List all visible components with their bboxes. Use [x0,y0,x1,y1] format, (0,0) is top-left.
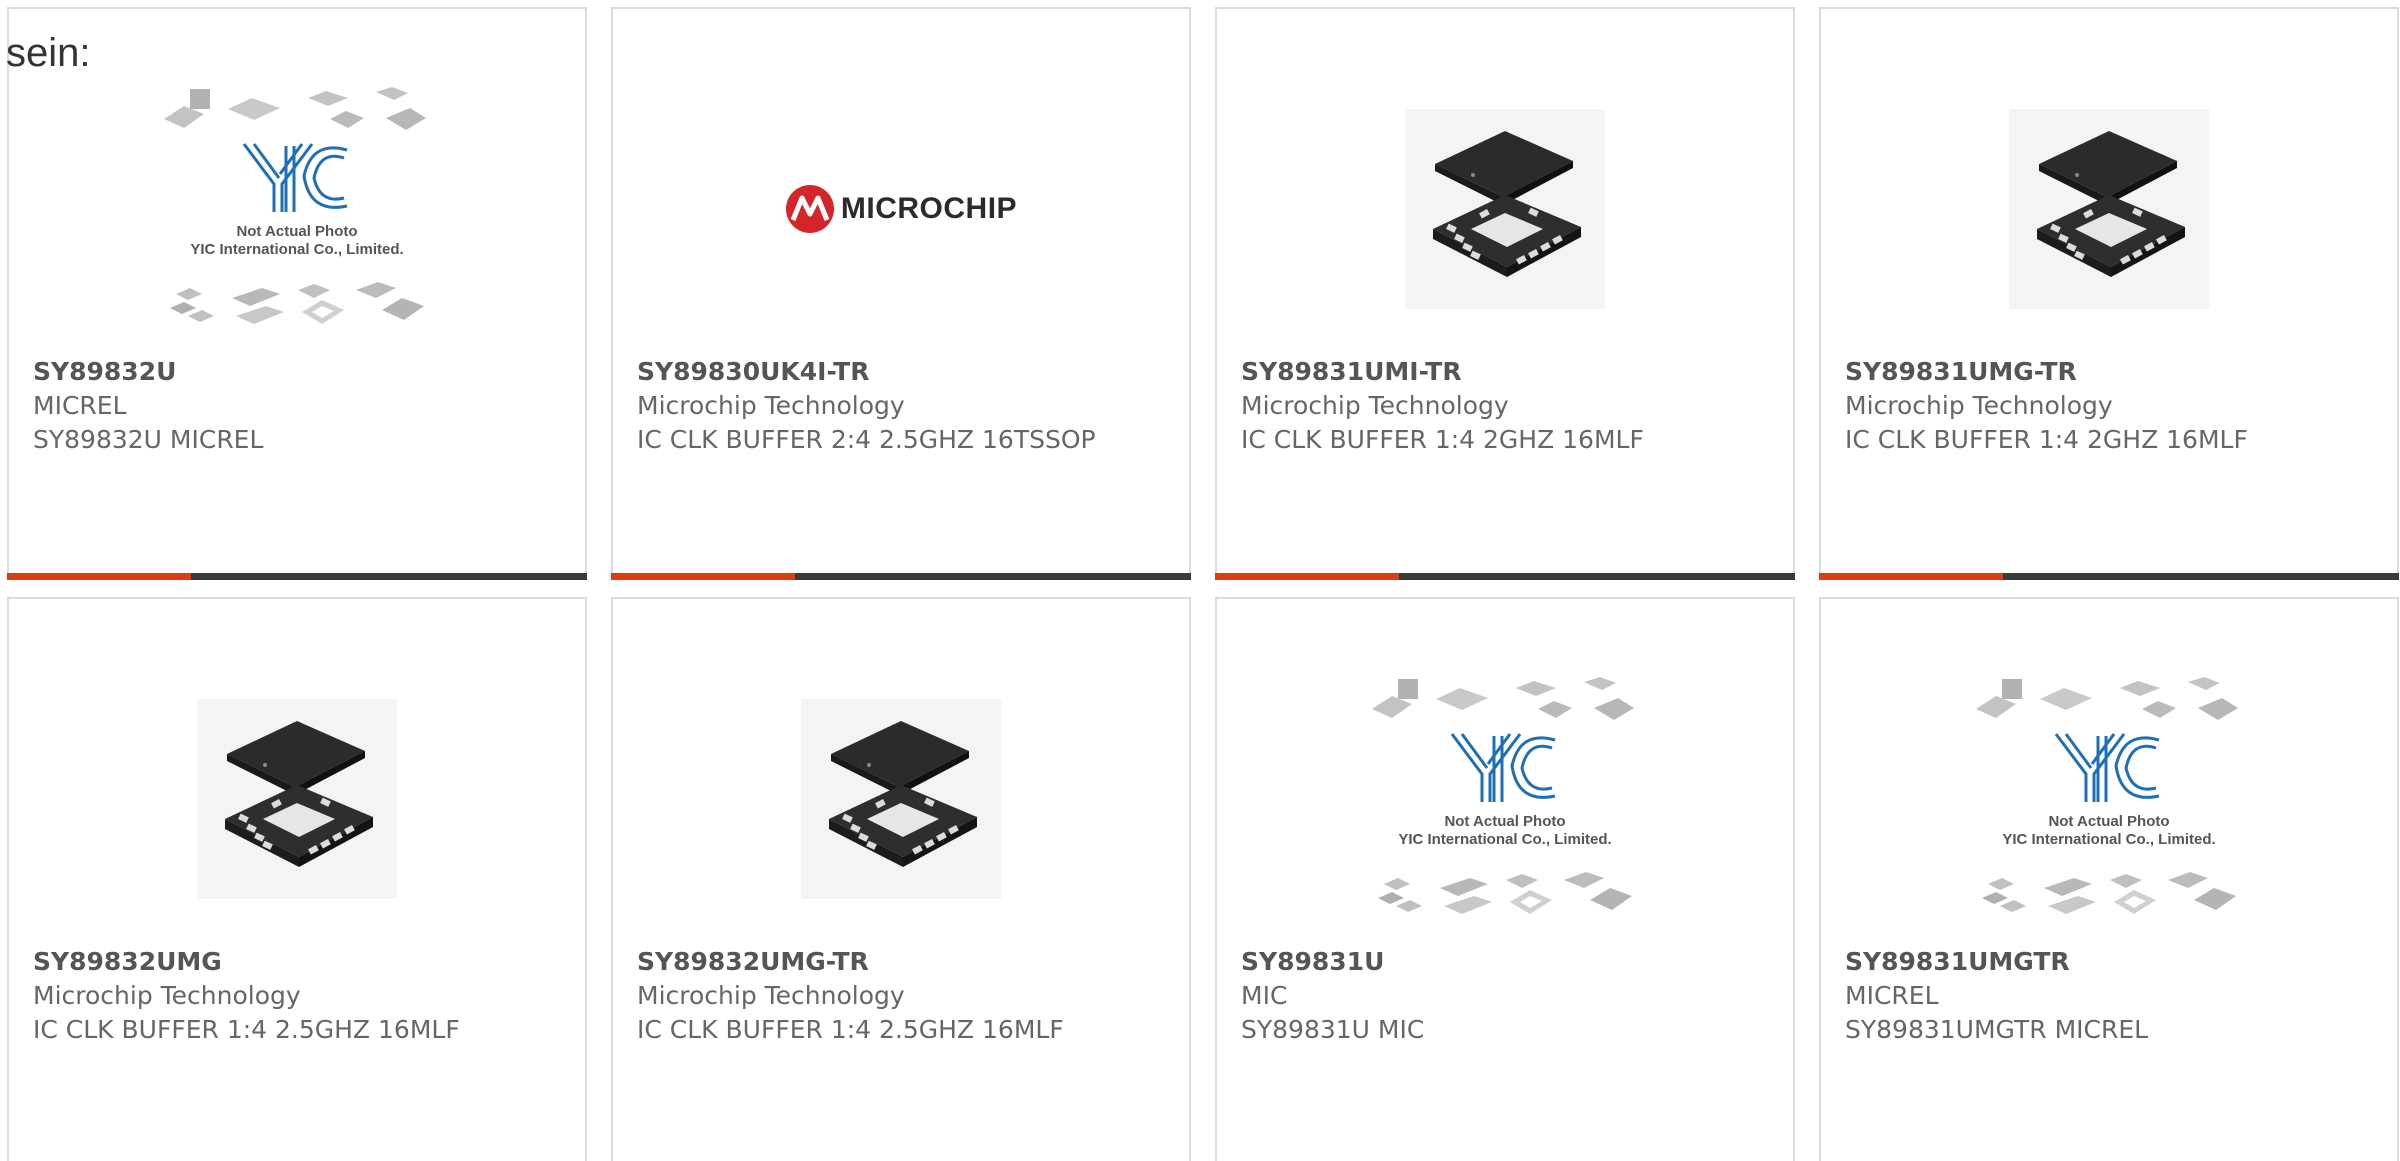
product-card[interactable]: Not Actual Photo YIC International Co., … [7,7,587,580]
product-card[interactable]: MICROCHIP SY89830UK4I-TR Microchip Techno… [611,7,1191,580]
product-description: SY89831UMGTR MICREL [1845,1015,2149,1044]
card-bottom-bar [1215,573,1795,580]
product-card[interactable]: Not Actual Photo YIC International Co., … [1215,597,1795,1161]
part-number-link[interactable]: SY89831UMG-TR [1845,355,2373,389]
part-number-link[interactable]: SY89831U [1241,945,1769,979]
card-accent-bar [1215,573,1399,580]
product-info: SY89832U MICREL SY89832U MICREL [33,355,561,457]
microchip-logo-text: MICROCHIP [840,192,1018,225]
product-image[interactable]: Not Actual Photo YIC International Co., … [9,69,585,349]
part-number-link[interactable]: SY89831UMI-TR [1241,355,1769,389]
placeholder-line2: YIC International Co., Limited. [1398,831,1611,848]
manufacturer-name: Microchip Technology [637,981,905,1010]
manufacturer-name: Microchip Technology [1845,391,2113,420]
part-number-link[interactable]: SY89830UK4I-TR [637,355,1165,389]
product-grid-page: sein: Not Actual Photo YIC International… [0,0,2400,1161]
product-image[interactable] [1217,69,1793,349]
product-description: SY89831U MIC [1241,1015,1425,1044]
product-image[interactable]: Not Actual Photo YIC International Co., … [1217,659,1793,939]
product-card[interactable]: SY89832UMG-TR Microchip Technology IC CLK … [611,597,1191,1161]
product-description: IC CLK BUFFER 1:4 2.5GHZ 16MLF [33,1015,460,1044]
card-accent-bar [7,573,191,580]
product-card[interactable]: SY89831UMI-TR Microchip Technology IC CLK … [1215,7,1795,580]
placeholder-line2: YIC International Co., Limited. [190,241,403,258]
product-image[interactable] [1821,69,2397,349]
card-bottom-bar [7,573,587,580]
part-number-link[interactable]: SY89831UMGTR [1845,945,2373,979]
product-image[interactable] [9,659,585,939]
placeholder-line1: Not Actual Photo [2048,813,2169,830]
product-info: SY89831UMI-TR Microchip Technology IC CLK … [1241,355,1769,457]
product-description: IC CLK BUFFER 1:4 2GHZ 16MLF [1241,425,1644,454]
product-card[interactable]: Not Actual Photo YIC International Co., … [1819,597,2399,1161]
product-info: SY89831U MIC SY89831U MIC [1241,945,1769,1047]
manufacturer-name: Microchip Technology [33,981,301,1010]
card-bottom-bar [1819,573,2399,580]
product-image[interactable]: Not Actual Photo YIC International Co., … [1821,659,2397,939]
product-info: SY89831UMG-TR Microchip Technology IC CLK … [1845,355,2373,457]
product-card[interactable]: SY89831UMG-TR Microchip Technology IC CLK … [1819,7,2399,580]
product-description: SY89832U MICREL [33,425,264,454]
intro-text: sein: [6,31,91,75]
manufacturer-name: Microchip Technology [1241,391,1509,420]
card-accent-bar [611,573,795,580]
product-info: SY89832UMG Microchip Technology IC CLK BUF… [33,945,561,1047]
product-card[interactable]: SY89832UMG Microchip Technology IC CLK BUF… [7,597,587,1161]
card-bottom-bar [611,573,1191,580]
microchip-logo-icon [785,185,834,233]
manufacturer-name: MICREL [1845,981,1939,1010]
part-number-link[interactable]: SY89832UMG-TR [637,945,1165,979]
placeholder-line1: Not Actual Photo [236,223,357,240]
product-description: IC CLK BUFFER 2:4 2.5GHZ 16TSSOP [637,425,1096,454]
product-description: IC CLK BUFFER 1:4 2GHZ 16MLF [1845,425,2248,454]
part-number-link[interactable]: SY89832UMG [33,945,561,979]
manufacturer-name: MICREL [33,391,127,420]
manufacturer-name: MIC [1241,981,1288,1010]
card-accent-bar [1819,573,2003,580]
product-image[interactable] [613,659,1189,939]
product-description: IC CLK BUFFER 1:4 2.5GHZ 16MLF [637,1015,1064,1044]
placeholder-line2: YIC International Co., Limited. [2002,831,2215,848]
part-number-link[interactable]: SY89832U [33,355,561,389]
product-info: SY89831UMGTR MICREL SY89831UMGTR MICREL [1845,945,2373,1047]
product-info: SY89832UMG-TR Microchip Technology IC CLK … [637,945,1165,1047]
placeholder-line1: Not Actual Photo [1444,813,1565,830]
product-image[interactable]: MICROCHIP [613,69,1189,349]
product-info: SY89830UK4I-TR Microchip Technology IC CLK… [637,355,1165,457]
manufacturer-name: Microchip Technology [637,391,905,420]
